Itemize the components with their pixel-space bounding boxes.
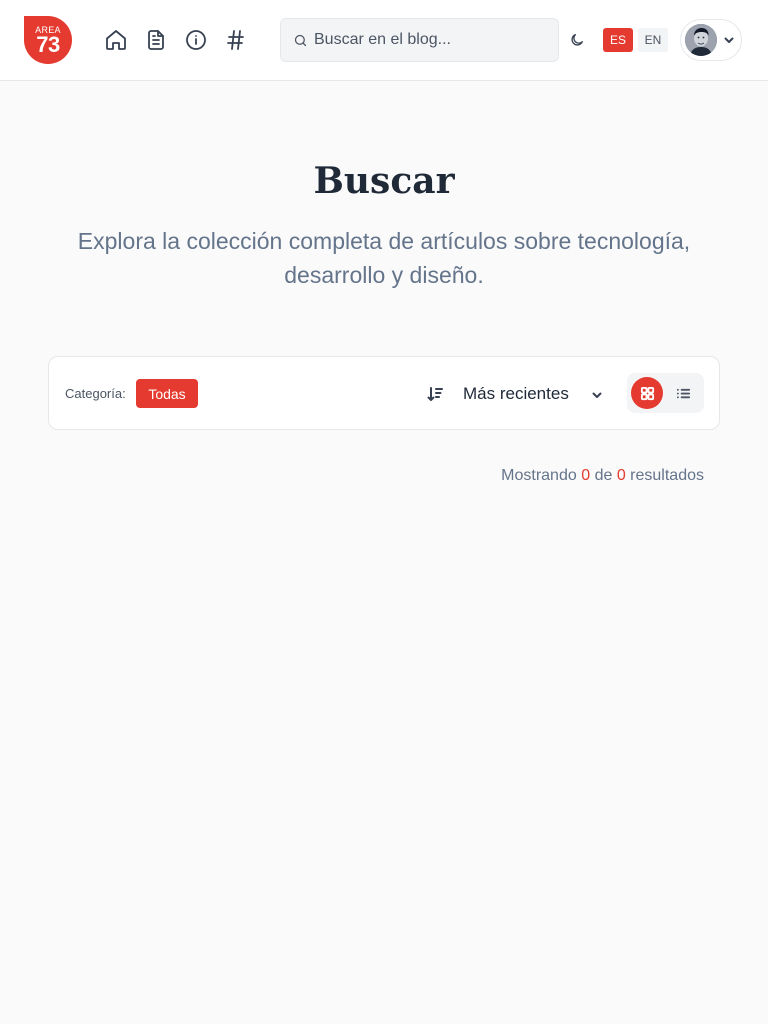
sort-select-value: Más recientes bbox=[463, 384, 569, 403]
page-subtitle: Explora la colección completa de artícul… bbox=[77, 228, 691, 288]
chevron-down-icon bbox=[724, 37, 734, 43]
results-count: Mostrando 0 de 0 resultados bbox=[501, 466, 704, 486]
search-icon bbox=[294, 34, 307, 46]
sort-icon bbox=[427, 387, 443, 401]
moon-icon bbox=[571, 34, 583, 46]
user-photo bbox=[685, 24, 717, 56]
info-icon bbox=[186, 30, 206, 50]
theme-toggle-button[interactable] bbox=[566, 29, 588, 51]
results-shown: 0 bbox=[581, 467, 591, 484]
nav-home[interactable] bbox=[102, 26, 130, 54]
grid-view-button[interactable] bbox=[631, 377, 663, 409]
results-total: 0 bbox=[616, 467, 626, 484]
top-header: AREA 73 ES EN bbox=[0, 0, 768, 81]
view-mode-toggle bbox=[627, 373, 704, 413]
chevron-down-icon bbox=[592, 392, 602, 398]
search-input[interactable] bbox=[314, 31, 544, 49]
results-prefix: Mostrando bbox=[501, 467, 577, 484]
document-icon bbox=[148, 30, 164, 50]
list-icon bbox=[676, 388, 690, 398]
category-label: Categoría: bbox=[65, 386, 126, 401]
language-es-button[interactable]: ES bbox=[603, 28, 633, 52]
results-suffix: resultados bbox=[630, 467, 704, 484]
results-of: de bbox=[594, 467, 613, 484]
nav-about[interactable] bbox=[182, 26, 210, 54]
category-chip-all[interactable]: Todas bbox=[136, 379, 198, 408]
sort-select[interactable]: Más recientes bbox=[453, 379, 603, 409]
nav-articles[interactable] bbox=[142, 26, 170, 54]
search-box[interactable] bbox=[280, 18, 559, 62]
list-view-button[interactable] bbox=[667, 377, 699, 409]
avatar bbox=[685, 24, 717, 56]
page-title: Buscar bbox=[313, 160, 455, 202]
language-en-button[interactable]: EN bbox=[638, 28, 668, 52]
user-menu-button[interactable] bbox=[680, 19, 742, 61]
filter-bar: Categoría: Todas Más recientes bbox=[48, 356, 720, 430]
logo-line-2: 73 bbox=[36, 32, 60, 57]
site-logo[interactable]: AREA 73 bbox=[24, 16, 72, 64]
hash-icon bbox=[227, 30, 244, 50]
home-icon bbox=[106, 30, 126, 50]
grid-icon bbox=[640, 386, 654, 400]
nav-tags[interactable] bbox=[222, 26, 250, 54]
